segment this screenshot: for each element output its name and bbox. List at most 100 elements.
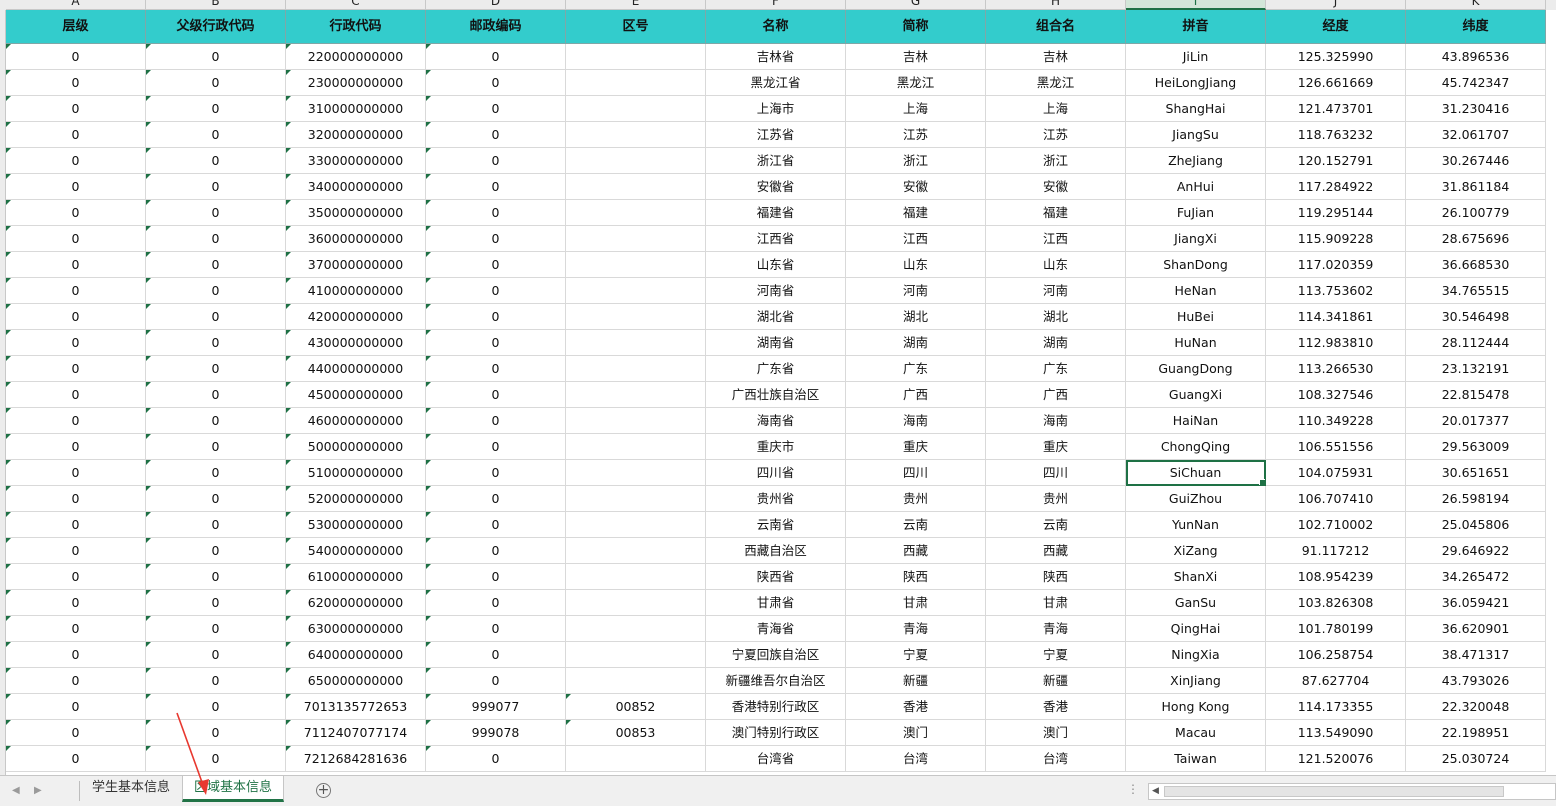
cell-name[interactable]: 黑龙江省 [706, 70, 846, 96]
cell-combined-name[interactable]: 重庆 [986, 434, 1126, 460]
cell-short-name[interactable]: 西藏 [846, 538, 986, 564]
cell-pinyin[interactable]: GuangDong [1126, 356, 1266, 382]
cell-latitude[interactable]: 31.230416 [1406, 96, 1546, 122]
cell-longitude[interactable]: 101.780199 [1266, 616, 1406, 642]
cell-longitude[interactable]: 108.327546 [1266, 382, 1406, 408]
cell-pinyin[interactable]: GuiZhou [1126, 486, 1266, 512]
cell-postal-code[interactable]: 0 [426, 200, 566, 226]
cell-admin-code[interactable]: 360000000000 [286, 226, 426, 252]
tab-splitter-icon[interactable]: ⋮ [1127, 782, 1139, 796]
cell-admin-code[interactable]: 520000000000 [286, 486, 426, 512]
cell-latitude[interactable]: 22.815478 [1406, 382, 1546, 408]
cell-admin-code[interactable]: 540000000000 [286, 538, 426, 564]
cell-name[interactable]: 湖南省 [706, 330, 846, 356]
cell-pinyin[interactable]: ShanXi [1126, 564, 1266, 590]
cell-level[interactable]: 0 [6, 330, 146, 356]
cell-longitude[interactable]: 106.258754 [1266, 642, 1406, 668]
cell-pinyin[interactable]: HaiNan [1126, 408, 1266, 434]
cell-combined-name[interactable]: 江西 [986, 226, 1126, 252]
cell-longitude[interactable]: 119.295144 [1266, 200, 1406, 226]
cell-latitude[interactable]: 22.198951 [1406, 720, 1546, 746]
cell-postal-code[interactable]: 0 [426, 486, 566, 512]
cell-combined-name[interactable]: 云南 [986, 512, 1126, 538]
cell-area-code[interactable] [566, 590, 706, 616]
column-letter-j[interactable]: J [1266, 0, 1406, 10]
cell-admin-code[interactable]: 350000000000 [286, 200, 426, 226]
cell-latitude[interactable]: 30.546498 [1406, 304, 1546, 330]
cell-latitude[interactable]: 25.045806 [1406, 512, 1546, 538]
cell-postal-code[interactable]: 0 [426, 668, 566, 694]
cell-admin-code[interactable]: 430000000000 [286, 330, 426, 356]
cell-level[interactable]: 0 [6, 252, 146, 278]
cell-area-code[interactable] [566, 70, 706, 96]
column-letter-d[interactable]: D [426, 0, 566, 10]
cell-postal-code[interactable]: 0 [426, 408, 566, 434]
cell-postal-code[interactable]: 0 [426, 434, 566, 460]
cell-area-code[interactable] [566, 642, 706, 668]
cell-name[interactable]: 江苏省 [706, 122, 846, 148]
cell-short-name[interactable]: 青海 [846, 616, 986, 642]
cell-short-name[interactable]: 黑龙江 [846, 70, 986, 96]
cell-area-code[interactable] [566, 382, 706, 408]
add-sheet-button[interactable]: + [316, 783, 331, 798]
cell-longitude[interactable]: 113.753602 [1266, 278, 1406, 304]
cell-postal-code[interactable]: 999077 [426, 694, 566, 720]
cell-latitude[interactable]: 22.320048 [1406, 694, 1546, 720]
cell-pinyin[interactable]: HuNan [1126, 330, 1266, 356]
cell-combined-name[interactable]: 湖北 [986, 304, 1126, 330]
cell-admin-code[interactable]: 610000000000 [286, 564, 426, 590]
header-parent-code[interactable]: 父级行政代码 [146, 10, 286, 44]
cell-name[interactable]: 台湾省 [706, 746, 846, 772]
cell-admin-code[interactable]: 7013135772653 [286, 694, 426, 720]
cell-admin-code[interactable]: 370000000000 [286, 252, 426, 278]
cell-name[interactable]: 山东省 [706, 252, 846, 278]
cell-parent-code[interactable]: 0 [146, 642, 286, 668]
cell-postal-code[interactable]: 0 [426, 330, 566, 356]
cell-admin-code[interactable]: 340000000000 [286, 174, 426, 200]
cell-parent-code[interactable]: 0 [146, 538, 286, 564]
cell-pinyin[interactable]: ChongQing [1126, 434, 1266, 460]
cell-level[interactable]: 0 [6, 720, 146, 746]
cell-name[interactable]: 贵州省 [706, 486, 846, 512]
cell-short-name[interactable]: 云南 [846, 512, 986, 538]
cell-admin-code[interactable]: 640000000000 [286, 642, 426, 668]
cell-latitude[interactable]: 23.132191 [1406, 356, 1546, 382]
cell-latitude[interactable]: 31.861184 [1406, 174, 1546, 200]
cell-postal-code[interactable]: 0 [426, 148, 566, 174]
cell-parent-code[interactable]: 0 [146, 200, 286, 226]
cell-area-code[interactable] [566, 44, 706, 70]
cell-pinyin[interactable]: XinJiang [1126, 668, 1266, 694]
cell-area-code[interactable] [566, 538, 706, 564]
cell-longitude[interactable]: 102.710002 [1266, 512, 1406, 538]
cell-parent-code[interactable]: 0 [146, 434, 286, 460]
header-latitude[interactable]: 纬度 [1406, 10, 1546, 44]
cell-combined-name[interactable]: 贵州 [986, 486, 1126, 512]
cell-pinyin[interactable]: JiLin [1126, 44, 1266, 70]
cell-pinyin[interactable]: SiChuan [1126, 460, 1266, 486]
cell-area-code[interactable] [566, 252, 706, 278]
cell-area-code[interactable] [566, 746, 706, 772]
cell-longitude[interactable]: 106.551556 [1266, 434, 1406, 460]
cell-parent-code[interactable]: 0 [146, 226, 286, 252]
cell-short-name[interactable]: 上海 [846, 96, 986, 122]
cell-latitude[interactable]: 28.112444 [1406, 330, 1546, 356]
cell-combined-name[interactable]: 安徽 [986, 174, 1126, 200]
cell-level[interactable]: 0 [6, 512, 146, 538]
cell-admin-code[interactable]: 620000000000 [286, 590, 426, 616]
cell-longitude[interactable]: 112.983810 [1266, 330, 1406, 356]
prev-sheet-arrow-icon[interactable]: ◀ [12, 785, 20, 796]
cell-area-code[interactable] [566, 564, 706, 590]
cell-pinyin[interactable]: JiangXi [1126, 226, 1266, 252]
cell-postal-code[interactable]: 0 [426, 590, 566, 616]
cell-admin-code[interactable]: 230000000000 [286, 70, 426, 96]
cell-area-code[interactable]: 00852 [566, 694, 706, 720]
cell-combined-name[interactable]: 甘肃 [986, 590, 1126, 616]
cell-pinyin[interactable]: YunNan [1126, 512, 1266, 538]
cell-latitude[interactable]: 36.059421 [1406, 590, 1546, 616]
cell-name[interactable]: 云南省 [706, 512, 846, 538]
cell-name[interactable]: 四川省 [706, 460, 846, 486]
cell-postal-code[interactable]: 999078 [426, 720, 566, 746]
cell-admin-code[interactable]: 420000000000 [286, 304, 426, 330]
cell-admin-code[interactable]: 440000000000 [286, 356, 426, 382]
cell-area-code[interactable] [566, 122, 706, 148]
